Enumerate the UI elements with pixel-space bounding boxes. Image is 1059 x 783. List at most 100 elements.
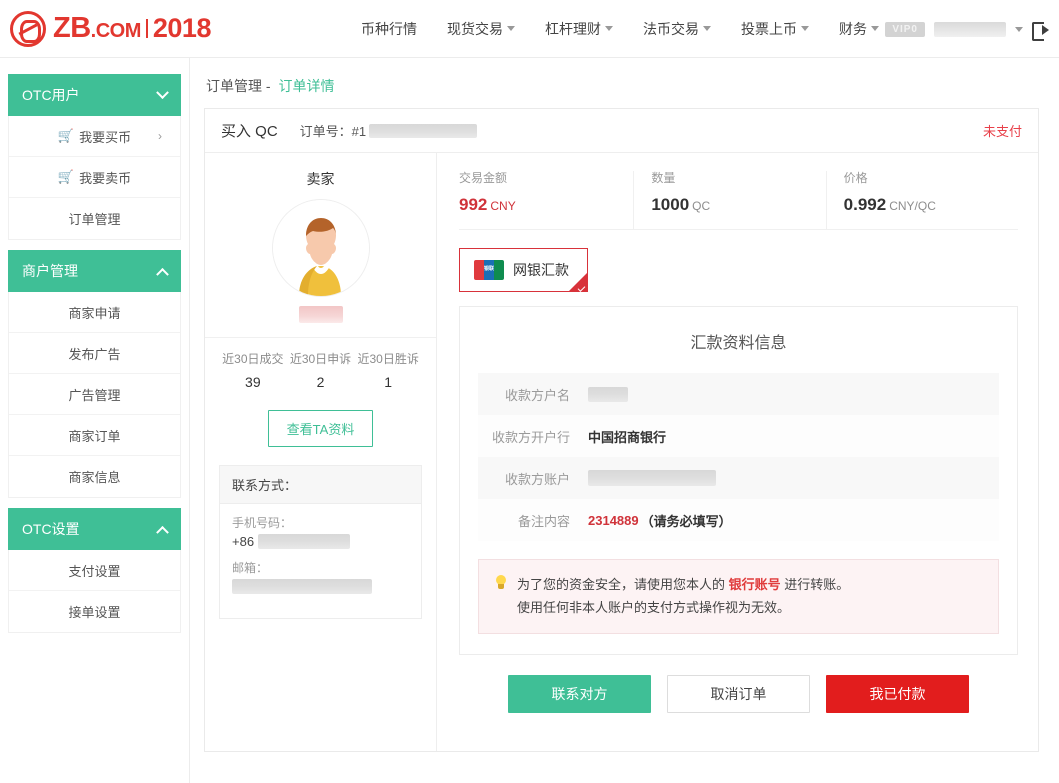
tip-line1-highlight: 银行账号 (728, 577, 781, 592)
remittance-memo-code: 2314889 (588, 512, 639, 528)
unionpay-card-icon: 银联 (474, 260, 504, 280)
remittance-label-account-number: 收款方账户 (504, 471, 570, 487)
top-header: ZB .COM 2018 币种行情 现货交易 杠杆理财 法币交易 投票上币 财务 V… (0, 0, 1059, 58)
nav-item-vote-listing[interactable]: 投票上币 (741, 19, 809, 39)
sidebar-item-publish-ad[interactable]: 发布广告 (9, 333, 180, 374)
cancel-order-button[interactable]: 取消订单 (667, 674, 810, 713)
sidebar-group-header-otc-settings[interactable]: OTC设置 (8, 508, 181, 550)
amount-value-quantity: 1000 QC (651, 195, 811, 215)
chevron-down-icon (156, 85, 169, 99)
sidebar-item-label-payment-settings: 支付设置 (68, 563, 121, 579)
chevron-up-icon (156, 267, 169, 281)
nav-label-finance: 财务 (838, 20, 867, 37)
sidebar-item-order-management[interactable]: 订单管理 (9, 198, 180, 239)
username-redacted[interactable] (934, 21, 1006, 37)
mark-paid-button[interactable]: 我已付款 (826, 674, 969, 713)
sidebar-group-otc-user: OTC用户 🛒 我要买币 › 🛒 我要卖币 订单管理 (8, 74, 181, 240)
sidebar-item-merchant-info[interactable]: 商家信息 (9, 456, 180, 497)
sidebar-item-merchant-apply[interactable]: 商家申请 (9, 292, 180, 333)
chevron-down-icon (702, 26, 711, 31)
nav-item-leverage[interactable]: 杠杆理财 (545, 19, 613, 39)
seller-panel: 卖家 近30日成交 39 近30日申诉 2 近30日胜诉 1 查看TA资料 联系… (205, 153, 437, 751)
amount-value-price: 0.992 CNY/QC (844, 195, 1004, 215)
sidebar-group-body-otc-settings: 支付设置 接单设置 (8, 550, 181, 633)
logo-divider (145, 19, 148, 38)
chevron-down-icon[interactable] (1015, 26, 1023, 32)
remittance-row-memo: 备注内容 2314889 （请务必填写） (478, 499, 999, 541)
amount-number-quantity: 1000 (651, 195, 690, 214)
remittance-rows: 收款方户名 收款方开户行 中国招商银行 收款方账户 备注内容 2314889 （… (478, 373, 999, 541)
user-avatar-icon (272, 200, 369, 296)
nav-item-spot-trading[interactable]: 现货交易 (447, 19, 515, 39)
payment-method-online-banking[interactable]: 银联 网银汇款 (459, 248, 588, 292)
chevron-down-icon (870, 26, 879, 31)
amount-total: 交易金额 992 CNY (459, 169, 633, 215)
sidebar-item-label-order-accept-settings: 接单设置 (68, 605, 121, 620)
contact-box: 联系方式： 手机号码： +86 邮箱： (219, 465, 422, 619)
amount-unit-quantity: QC (692, 199, 711, 213)
nav-item-finance[interactable]: 财务 (839, 19, 879, 39)
remittance-row-bank: 收款方开户行 中国招商银行 (478, 415, 999, 457)
check-icon (577, 284, 586, 292)
stat-appeals-30d: 近30日申诉 2 (287, 350, 355, 390)
view-profile-button[interactable]: 查看TA资料 (267, 410, 374, 447)
amount-label-total: 交易金额 (459, 171, 508, 185)
sidebar-group-header-merchant[interactable]: 商户管理 (8, 250, 181, 292)
order-number-label: 订单号：#1 (299, 124, 367, 139)
contact-email-redacted (232, 579, 372, 594)
remittance-value-memo: 2314889 （请务必填写） (588, 511, 732, 530)
action-buttons: 联系对方 取消订单 我已付款 (459, 655, 1018, 731)
order-body: 卖家 近30日成交 39 近30日申诉 2 近30日胜诉 1 查看TA资料 联系… (205, 153, 1038, 751)
sidebar-item-label-merchant-info: 商家信息 (68, 470, 121, 485)
sidebar-group-header-otc-user[interactable]: OTC用户 (8, 74, 181, 116)
chevron-up-icon (156, 525, 169, 539)
security-tip-text: 为了您的资金安全，请使用您本人的 银行账号 进行转账。 使用任何非本人账户的支付… (517, 573, 849, 620)
nav-label-vote-listing: 投票上币 (740, 20, 797, 37)
sidebar-item-buy-coin[interactable]: 🛒 我要买币 › (9, 116, 180, 157)
stat-label-appeals-30d: 近30日申诉 (289, 352, 352, 366)
order-panel: 买入 QC 订单号：#1 未支付 卖家 近30日成交 39 近30日申诉 2 近… (204, 108, 1039, 752)
avatar (271, 199, 370, 297)
sidebar-item-ad-management[interactable]: 广告管理 (9, 374, 180, 415)
tip-line1-pre: 为了您的资金安全，请使用您本人的 (517, 577, 726, 592)
amount-label-price: 价格 (843, 171, 868, 185)
amount-unit-price: CNY/QC (889, 199, 936, 213)
sidebar-item-label-publish-ad: 发布广告 (68, 346, 121, 362)
main-nav: 币种行情 现货交易 杠杆理财 法币交易 投票上币 财务 (361, 19, 879, 39)
remittance-account-name-redacted (588, 386, 628, 402)
sidebar: OTC用户 🛒 我要买币 › 🛒 我要卖币 订单管理 商户管理 商家申请 发布广… (0, 58, 190, 783)
chevron-down-icon (800, 26, 809, 31)
sidebar-item-order-accept-settings[interactable]: 接单设置 (9, 591, 180, 632)
sidebar-item-payment-settings[interactable]: 支付设置 (9, 550, 180, 591)
contact-body: 手机号码： +86 邮箱： (220, 504, 421, 618)
chevron-right-icon: › (158, 129, 162, 143)
sidebar-item-label-sell-coin: 我要卖币 (79, 170, 132, 186)
nav-item-fiat-trading[interactable]: 法币交易 (643, 19, 711, 39)
site-logo[interactable]: ZB .COM 2018 (10, 10, 212, 47)
nav-item-market[interactable]: 币种行情 (361, 19, 417, 39)
tip-line2: 使用任何非本人账户的支付方式操作视为无效。 (517, 600, 791, 616)
contact-counterparty-button[interactable]: 联系对方 (508, 674, 651, 713)
breadcrumb-parent[interactable]: 订单管理 - (206, 78, 271, 94)
status-badge: 未支付 (982, 124, 1022, 139)
zb-logo-icon (10, 10, 46, 47)
order-header-bar: 买入 QC 订单号：#1 未支付 (205, 109, 1038, 153)
seller-stats: 近30日成交 39 近30日申诉 2 近30日胜诉 1 (219, 338, 422, 392)
remittance-title: 汇款资料信息 (690, 335, 787, 352)
seller-name-redacted (298, 306, 343, 323)
breadcrumb-current: 订单详情 (278, 78, 335, 94)
order-title: 买入 QC (221, 123, 278, 140)
sidebar-item-merchant-orders[interactable]: 商家订单 (9, 415, 180, 456)
logout-icon[interactable] (1032, 21, 1049, 41)
chevron-down-icon (506, 26, 515, 31)
order-number-redacted (369, 123, 478, 138)
chevron-down-icon (604, 26, 613, 31)
remittance-row-account-number: 收款方账户 (478, 457, 999, 499)
sidebar-item-sell-coin[interactable]: 🛒 我要卖币 (9, 157, 180, 198)
sidebar-group-title-otc-settings: OTC设置 (22, 521, 80, 537)
sidebar-group-title-otc-user: OTC用户 (22, 87, 80, 103)
logo-year: 2018 (152, 13, 212, 43)
seller-title: 卖家 (306, 171, 335, 187)
vip-badge: VIP0 (885, 21, 925, 37)
logo-zb: ZB (53, 12, 91, 44)
